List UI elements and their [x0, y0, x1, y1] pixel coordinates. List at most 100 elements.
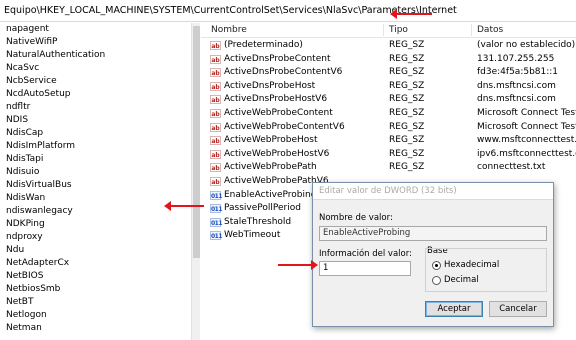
row-name: PassivePollPeriod	[224, 203, 301, 214]
row-name: ActiveDnsProbeHostV6	[224, 94, 328, 105]
row-name: ActiveWebProbePath	[224, 162, 317, 173]
decimal-radio[interactable]	[432, 276, 441, 285]
row-name: WebTimeout	[224, 230, 281, 241]
row-data: dns.msftncsi.com	[477, 80, 556, 91]
row-data: ipv6.msftconnecttest.com	[477, 148, 576, 159]
list-header: Nombre Tipo Datos	[201, 23, 576, 38]
row-data: www.msftconnecttest.com	[477, 135, 576, 146]
annotation-arrow-address	[390, 9, 432, 19]
row-name: EnableActiveProbing	[224, 189, 317, 200]
ok-button[interactable]: Aceptar	[425, 301, 483, 317]
row-name: ActiveWebProbeHostV6	[224, 148, 330, 159]
column-data[interactable]: Datos	[477, 25, 503, 35]
value-name-label: Nombre de valor:	[319, 213, 393, 223]
row-type: REG_SZ	[389, 94, 425, 105]
table-row[interactable]: ab ActiveWebProbeHostV6 REG_SZ ipv6.msftcon…	[201, 148, 576, 162]
hexadecimal-radio[interactable]	[432, 261, 441, 270]
column-type[interactable]: Tipo	[389, 25, 408, 35]
table-row[interactable]: ab ActiveDnsProbeHost REG_SZ dns.msftncsi.c…	[201, 80, 576, 94]
decimal-label[interactable]: Decimal	[444, 275, 479, 285]
tree-item[interactable]: NdisImPlatform	[0, 140, 199, 153]
tree-item[interactable]: NaturalAuthentication	[0, 49, 199, 62]
cancel-button[interactable]: Cancelar	[489, 301, 547, 317]
tree-item[interactable]: NetBT	[0, 296, 199, 309]
tree-item[interactable]: NetBIOS	[0, 270, 199, 283]
value-data-input[interactable]: 1	[319, 261, 411, 276]
tree-item[interactable]: Ndisuio	[0, 166, 199, 179]
row-type: REG_SZ	[389, 80, 425, 91]
tree-item[interactable]: NdisCap	[0, 127, 199, 140]
table-row[interactable]: ab ActiveDnsProbeContentV6 REG_SZ fd3e:4f5a…	[201, 66, 576, 80]
row-data: Microsoft Connect Test	[477, 121, 576, 132]
annotation-arrow-data	[278, 260, 318, 270]
annotation-arrow-value	[164, 201, 204, 211]
dialog-title: Editar valor de DWORD (32 bits)	[319, 186, 457, 196]
tree-scrollbar[interactable]	[191, 23, 200, 340]
row-data: (valor no establecido)	[477, 40, 576, 50]
tree-scrollbar-thumb[interactable]	[193, 26, 200, 258]
tree-item[interactable]: Ndu	[0, 244, 199, 257]
string-value-icon: ab	[210, 176, 221, 186]
dword-value-icon: 011	[210, 231, 223, 241]
table-row[interactable]: ab ActiveDnsProbeContent REG_SZ 131.107.255…	[201, 53, 576, 67]
table-row[interactable]: ab ActiveWebProbeContentV6 REG_SZ Microsoft…	[201, 121, 576, 135]
string-value-icon: ab	[210, 122, 221, 132]
value-data-label: Información del valor:	[319, 249, 412, 259]
row-type: REG_SZ	[389, 121, 425, 132]
row-name: (Predeterminado)	[224, 40, 303, 50]
row-name: ActiveWebProbeContent	[224, 107, 333, 118]
address-bar[interactable]: Equipo\HKEY_LOCAL_MACHINE\SYSTEM\Current…	[0, 0, 576, 22]
tree-item[interactable]: NdisVirtualBus	[0, 179, 199, 192]
tree-item[interactable]: NativeWifiP	[0, 36, 199, 49]
tree-item[interactable]: Netlogon	[0, 309, 199, 322]
string-value-icon: ab	[210, 149, 221, 159]
row-name: ActiveWebProbeHost	[224, 135, 318, 146]
row-data: 131.107.255.255	[477, 53, 555, 64]
row-type: REG_SZ	[389, 162, 425, 173]
table-row[interactable]: ab ActiveWebProbePath REG_SZ connecttest.tx…	[201, 161, 576, 175]
row-name: ActiveDnsProbeContent	[224, 53, 331, 64]
row-name: ActiveWebProbeContentV6	[224, 121, 345, 132]
table-row[interactable]: ab ActiveWebProbeContent REG_SZ Microsoft C…	[201, 107, 576, 121]
row-type: REG_SZ	[389, 67, 425, 78]
tree-item[interactable]: NetbiosSmb	[0, 283, 199, 296]
string-value-icon: ab	[210, 81, 221, 91]
dword-value-icon: 011	[210, 217, 223, 227]
tree-item[interactable]: ndproxy	[0, 231, 199, 244]
tree-item[interactable]: ndfltr	[0, 101, 199, 114]
value-name-field: EnableActiveProbing	[319, 226, 547, 241]
string-value-icon: ab	[210, 136, 221, 146]
tree-item[interactable]: NDKPing	[0, 218, 199, 231]
tree-item[interactable]: NDIS	[0, 114, 199, 127]
string-value-icon: ab	[210, 108, 221, 118]
string-value-icon: ab	[210, 54, 221, 64]
row-data: Microsoft Connect Test	[477, 107, 576, 118]
tree-item[interactable]: NcbService	[0, 75, 199, 88]
tree-item[interactable]: Netman	[0, 322, 199, 335]
string-value-icon: ab	[210, 41, 221, 50]
table-row[interactable]: ab (Predeterminado) REG_SZ (valor no establ…	[201, 39, 576, 53]
dialog-title-bar[interactable]: Editar valor de DWORD (32 bits)	[313, 183, 553, 200]
row-data: connecttest.txt	[477, 162, 546, 173]
string-value-icon: ab	[210, 68, 221, 78]
row-name: StaleThreshold	[224, 216, 292, 227]
table-row[interactable]: ab ActiveWebProbeHost REG_SZ www.msftconnec…	[201, 134, 576, 148]
tree-item[interactable]: NcaSvc	[0, 62, 199, 75]
row-name: ActiveDnsProbeHost	[224, 80, 316, 91]
row-name: ActiveDnsProbeContentV6	[224, 67, 343, 78]
tree-item[interactable]: NetAdapterCx	[0, 257, 199, 270]
registry-tree[interactable]: napagent NativeWifiP NaturalAuthentication…	[0, 23, 200, 340]
row-data: fd3e:4f5a:5b81::1	[477, 67, 559, 78]
column-name[interactable]: Nombre	[211, 25, 247, 35]
row-type: REG_SZ	[389, 53, 425, 64]
tree-item[interactable]: napagent	[0, 23, 199, 36]
address-path[interactable]: Equipo\HKEY_LOCAL_MACHINE\SYSTEM\Current…	[4, 5, 457, 16]
tree-item[interactable]: NdisTapi	[0, 153, 199, 166]
hexadecimal-label[interactable]: Hexadecimal	[444, 260, 499, 270]
row-type: REG_SZ	[389, 148, 425, 159]
table-row[interactable]: ab ActiveDnsProbeHostV6 REG_SZ dns.msftncsi…	[201, 93, 576, 107]
row-type: REG_SZ	[389, 107, 425, 118]
string-value-icon: ab	[210, 163, 221, 173]
tree-item[interactable]: NcdAutoSetup	[0, 88, 199, 101]
dword-value-icon: 011	[210, 204, 223, 214]
